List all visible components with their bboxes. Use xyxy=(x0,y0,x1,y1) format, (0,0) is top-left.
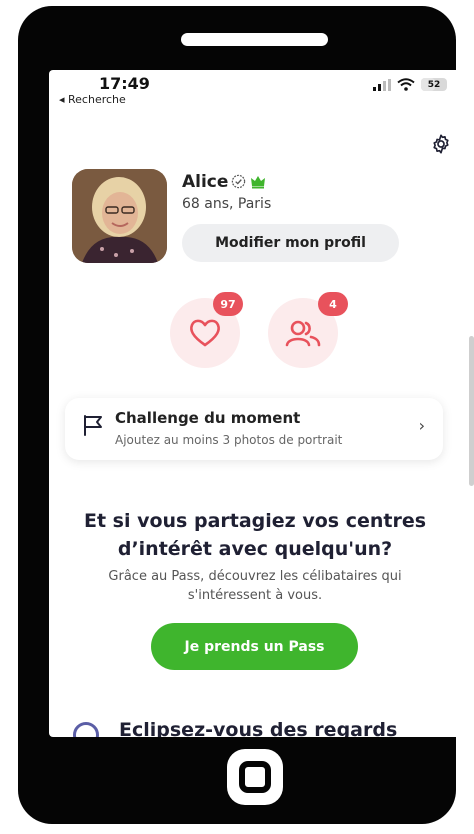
crown-icon xyxy=(251,175,265,188)
home-button[interactable] xyxy=(227,749,283,805)
avatar[interactable] xyxy=(72,169,167,263)
status-icons: 52 xyxy=(373,78,447,91)
heart-icon xyxy=(190,319,220,347)
challenge-subtitle: Ajoutez au moins 3 photos de portrait xyxy=(115,433,343,447)
battery-level: 52 xyxy=(427,79,441,90)
matches-count-badge: 4 xyxy=(318,292,348,316)
get-pass-button[interactable]: Je prends un Pass xyxy=(151,623,358,670)
promo-headline: Et si vous partagiez vos centres d’intér… xyxy=(69,507,441,563)
people-icon xyxy=(285,320,321,347)
promo-subtext-line-2: s'intéressent à vous. xyxy=(187,588,323,603)
promo-headline-line-2: d’intérêt avec quelqu'un? xyxy=(117,538,393,560)
edit-profile-button[interactable]: Modifier mon profil xyxy=(182,224,399,262)
profile-photo xyxy=(72,169,167,263)
back-to-search-link[interactable]: ◂ Recherche xyxy=(59,93,126,106)
promo-subtext: Grâce au Pass, découvrez les célibataire… xyxy=(79,567,431,605)
app-screen: 17:49 ◂ Recherche 52 Alice 68 ans, Paris… xyxy=(49,70,461,737)
chevron-right-icon: › xyxy=(418,416,425,435)
promo-headline-line-1: Et si vous partagiez vos centres xyxy=(83,510,427,532)
verified-icon xyxy=(231,174,246,189)
signal-icon xyxy=(373,78,391,91)
profile-badges xyxy=(231,174,266,189)
home-square-icon xyxy=(239,761,271,793)
promo-subtext-line-1: Grâce au Pass, découvrez les célibataire… xyxy=(108,569,402,584)
wifi-icon xyxy=(397,78,415,91)
gear-icon[interactable] xyxy=(430,133,452,155)
battery-icon: 52 xyxy=(421,78,447,91)
likes-count-badge: 97 xyxy=(213,292,243,316)
phone-side-button xyxy=(469,336,474,486)
next-section-title: Eclipsez-vous des regards xyxy=(119,719,398,737)
challenge-title: Challenge du moment xyxy=(115,409,301,427)
flag-icon xyxy=(84,415,102,436)
status-time: 17:49 xyxy=(99,74,150,93)
face-icon xyxy=(73,722,99,737)
phone-frame: 17:49 ◂ Recherche 52 Alice 68 ans, Paris… xyxy=(18,6,474,824)
challenge-card[interactable]: Challenge du moment Ajoutez au moins 3 p… xyxy=(65,398,443,460)
phone-speaker xyxy=(181,33,328,46)
profile-name: Alice xyxy=(182,172,229,192)
profile-age-city: 68 ans, Paris xyxy=(182,196,272,212)
